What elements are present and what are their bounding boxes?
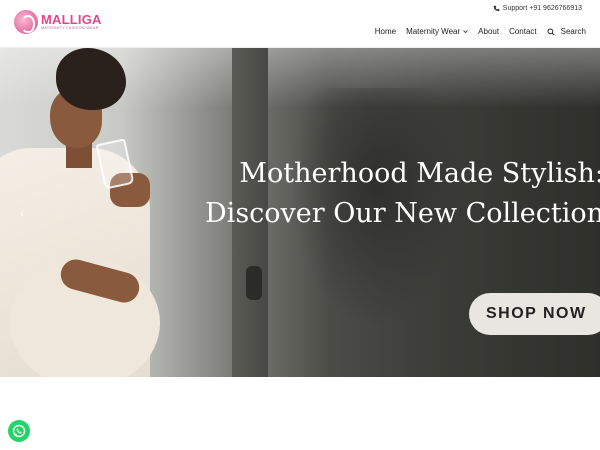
brand-logo[interactable]: MALLIGA MATERNITY FASHION WEAR	[14, 10, 102, 34]
hero-title-line2: Discover Our New Collection	[205, 198, 600, 229]
nav-item-label: Contact	[509, 27, 537, 36]
logo-icon	[14, 10, 38, 34]
nav-item-maternity-wear[interactable]: Maternity Wear	[406, 27, 468, 36]
hero-door-handle	[246, 266, 262, 300]
phone-icon	[493, 5, 500, 12]
nav-item-label: Maternity Wear	[406, 27, 461, 36]
support-text: Support +91 9626766913	[502, 5, 582, 12]
whatsapp-icon	[12, 424, 26, 438]
shop-now-button[interactable]: SHOP NOW	[469, 293, 600, 335]
brand-name: MALLIGA	[41, 12, 102, 27]
logo-text: MALLIGA MATERNITY FASHION WEAR	[41, 13, 102, 31]
nav-item-about[interactable]: About	[478, 27, 499, 36]
nav-item-contact[interactable]: Contact	[509, 27, 537, 36]
hero-title-line1: Motherhood Made Stylish:	[239, 158, 600, 189]
page: MALLIGA MATERNITY FASHION WEAR Support +…	[0, 0, 600, 450]
whatsapp-button[interactable]	[8, 420, 30, 442]
search-label: Search	[560, 27, 586, 36]
site-header: MALLIGA MATERNITY FASHION WEAR Support +…	[0, 0, 600, 48]
nav-item-home[interactable]: Home	[375, 27, 396, 36]
nav-item-label: Home	[374, 27, 397, 36]
chevron-left-icon[interactable]: ‹	[20, 206, 32, 220]
hero-title: Motherhood Made Stylish: Discover Our Ne…	[204, 154, 600, 234]
nav-item-label: About	[478, 27, 500, 36]
chevron-down-icon	[463, 30, 468, 34]
hero-banner: ‹ Motherhood Made Stylish: Discover Our …	[0, 48, 600, 377]
search-button[interactable]: Search	[547, 27, 586, 36]
main-nav: Home Maternity Wear About Contact Search	[365, 27, 586, 36]
search-icon	[547, 27, 555, 36]
support-contact[interactable]: Support +91 9626766913	[493, 5, 582, 12]
brand-tagline: MATERNITY FASHION WEAR	[41, 26, 99, 30]
